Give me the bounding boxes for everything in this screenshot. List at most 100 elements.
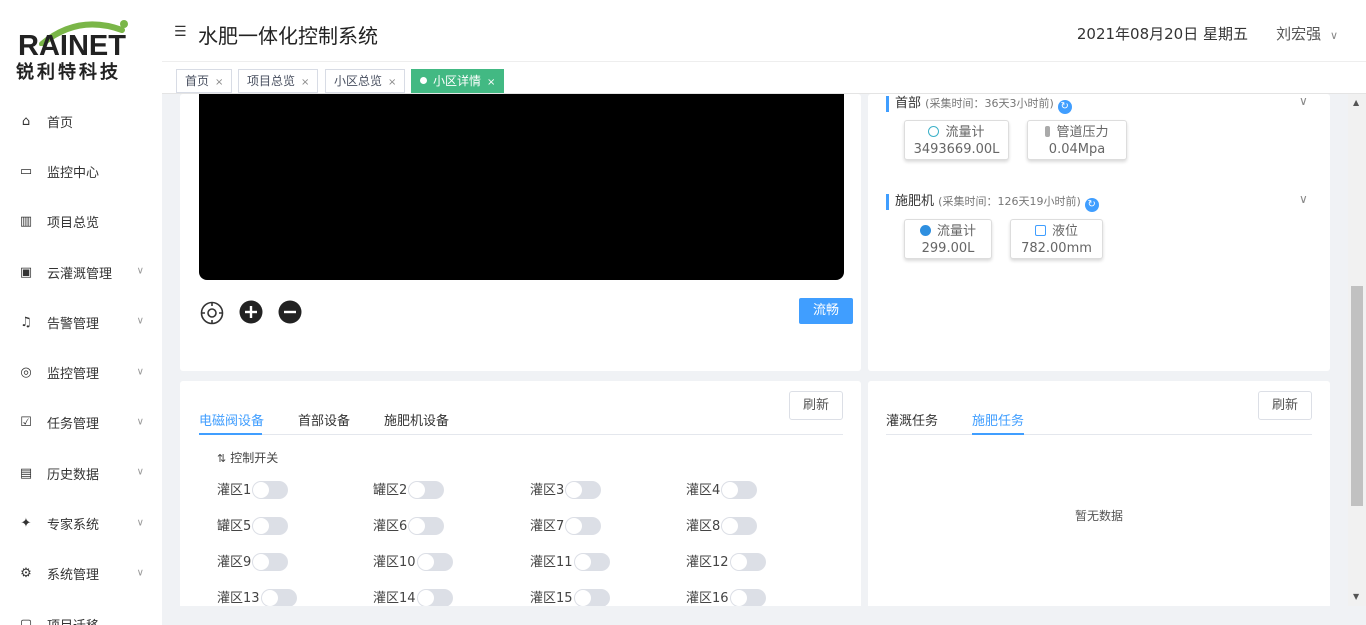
gear-icon: ⚙: [20, 566, 32, 582]
sidebar-item-label: 历史数据: [47, 467, 100, 483]
chevron-down-icon[interactable]: ∨: [1299, 192, 1308, 206]
head-flowmeter-card: 流量计 3493669.00L: [904, 120, 1009, 160]
zone-switch-item: 灌区14: [373, 587, 453, 606]
sidebar-item[interactable]: ⌂ 首页: [0, 96, 162, 146]
sidebar-item[interactable]: ✦ 专家系统 ∨: [0, 498, 162, 548]
refresh-icon[interactable]: ↻: [1057, 100, 1072, 114]
sidebar-item[interactable]: ▤ 历史数据 ∨: [0, 448, 162, 498]
zone-switch-item: 灌区8: [686, 515, 758, 535]
zone-toggle[interactable]: [416, 589, 453, 606]
zone-toggle[interactable]: [565, 481, 602, 499]
zone-toggle[interactable]: [408, 517, 445, 535]
devices-refresh-button[interactable]: 刷新: [789, 391, 843, 420]
zone-toggle[interactable]: [252, 553, 289, 571]
tab-label: 首页: [185, 74, 210, 88]
zone-toggle[interactable]: [252, 481, 289, 499]
zone-toggle[interactable]: [408, 481, 445, 499]
active-dot-icon: [420, 77, 427, 84]
tab-fertilization-tasks[interactable]: 施肥任务: [972, 410, 1024, 429]
tab-zone-detail[interactable]: 小区详情 ×: [411, 69, 505, 93]
tasks-refresh-button[interactable]: 刷新: [1258, 391, 1312, 420]
section-title: 施肥机: [895, 194, 935, 209]
ptz-target-icon[interactable]: [200, 301, 224, 325]
sidebar-item[interactable]: ▥ 项目总览: [0, 197, 162, 247]
zone-toggle[interactable]: [573, 589, 610, 606]
tab-fertilizer-devices[interactable]: 施肥机设备: [384, 410, 449, 429]
zone-switch-item: 灌区7: [530, 515, 602, 535]
scroll-thumb[interactable]: [1351, 286, 1363, 506]
zone-toggle[interactable]: [565, 517, 602, 535]
card-name: 流量计: [945, 125, 985, 140]
sidebar-item[interactable]: ◎ 监控管理 ∨: [0, 347, 162, 397]
chevron-down-icon[interactable]: ∨: [1299, 94, 1308, 108]
zone-toggle[interactable]: [721, 517, 758, 535]
tab-project-overview[interactable]: 项目总览 ×: [238, 69, 319, 93]
checkbox-icon: ☑: [20, 415, 32, 431]
status-panel: 首部 (采集时间：36天3小时前) ↻ ∨ 流量计 3493669.00L 管道压…: [868, 94, 1330, 371]
zone-label: 灌区9: [217, 555, 252, 570]
tab-label: 小区总览: [334, 74, 383, 88]
zone-toggle[interactable]: [729, 589, 766, 606]
level-icon: [1034, 225, 1046, 236]
flow-icon: [919, 225, 931, 236]
zone-toggle[interactable]: [721, 481, 758, 499]
zone-toggle[interactable]: [260, 589, 297, 606]
sidebar-item-label: 项目迁移: [47, 615, 99, 625]
user-menu[interactable]: 刘宏强 ∨: [1276, 23, 1338, 44]
chevron-down-icon: ∨: [136, 466, 144, 478]
zone-toggle[interactable]: [573, 553, 610, 571]
hamburger-icon[interactable]: ☰: [174, 24, 187, 40]
tab-home[interactable]: 首页 ×: [176, 69, 233, 93]
logo-text-cn: 锐利特科技: [16, 62, 121, 83]
close-icon[interactable]: ×: [301, 77, 309, 88]
close-icon[interactable]: ×: [215, 77, 223, 88]
sidebar-item[interactable]: ♫ 告警管理 ∨: [0, 297, 162, 347]
zone-toggle[interactable]: [416, 553, 453, 571]
zoom-in-icon[interactable]: [239, 300, 263, 324]
card-value: 3493669.00L: [913, 142, 1000, 157]
sidebar-item[interactable]: ▭ 监控中心: [0, 146, 162, 196]
sidebar-item[interactable]: ▣ 云灌溉管理 ∨: [0, 247, 162, 297]
current-date: 2021年08月20日 星期五: [1076, 25, 1248, 43]
zoom-out-icon[interactable]: [278, 300, 302, 324]
chevron-down-icon: ∨: [136, 516, 144, 528]
card-name: 液位: [1051, 224, 1078, 239]
zone-label: 罐区2: [373, 483, 408, 498]
zone-label: 灌区6: [373, 519, 408, 534]
sidebar-item[interactable]: ⚙ 系统管理 ∨: [0, 549, 162, 599]
card-name: 流量计: [936, 224, 976, 239]
zone-label: 灌区15: [530, 591, 573, 606]
zone-label: 灌区1: [217, 483, 252, 498]
scroll-up-icon[interactable]: ▲: [1353, 98, 1359, 107]
pressure-icon: [1045, 126, 1051, 137]
page-scrollbar[interactable]: ▲ ▼: [1348, 94, 1366, 606]
zone-label: 罐区5: [217, 519, 252, 534]
zone-toggle[interactable]: [729, 553, 766, 571]
video-player[interactable]: [199, 94, 844, 280]
tab-irrigation-tasks[interactable]: 灌溉任务: [886, 410, 938, 429]
active-tab-underline: [972, 433, 1024, 435]
sidebar-item-label: 专家系统: [47, 518, 100, 534]
zone-label: 灌区10: [373, 555, 416, 570]
tab-head-devices[interactable]: 首部设备: [298, 410, 350, 429]
chevron-down-icon: ∨: [136, 416, 144, 428]
migrate-icon: ▢: [19, 616, 33, 625]
scroll-down-icon[interactable]: ▼: [1353, 592, 1359, 601]
sidebar-item[interactable]: ▢ 项目迁移: [0, 599, 162, 625]
refresh-icon[interactable]: ↻: [1084, 198, 1099, 212]
sidebar: RAINET 锐利特科技 ⌂ 首页 ▭ 监控中心 ▥ 项目总览 ▣ 云灌溉管理 ∨ ♫ 告警管理 ∨ ◎…: [0, 0, 162, 625]
zone-switch-item: 灌区3: [530, 479, 602, 499]
close-icon[interactable]: ×: [388, 77, 396, 88]
zone-toggle[interactable]: [252, 517, 289, 535]
zone-switch-item: 灌区15: [530, 587, 610, 606]
zone-label: 灌区16: [686, 591, 729, 606]
history-icon: ▤: [19, 465, 33, 481]
devices-panel: 刷新 电磁阀设备 首部设备 施肥机设备 ⇅ 控制开关 灌区1 罐区2 灌区3 灌区4 罐区…: [180, 381, 861, 606]
sidebar-item[interactable]: ☑ 任务管理 ∨: [0, 398, 162, 448]
tab-zone-overview[interactable]: 小区总览 ×: [325, 69, 406, 93]
stream-quality-button[interactable]: 流畅: [799, 298, 853, 324]
sidebar-item-label: 监控管理: [47, 367, 100, 383]
tab-solenoid-devices[interactable]: 电磁阀设备: [199, 410, 264, 429]
close-icon[interactable]: ×: [487, 77, 495, 88]
fert-flowmeter-card: 流量计 299.00L: [904, 219, 992, 259]
